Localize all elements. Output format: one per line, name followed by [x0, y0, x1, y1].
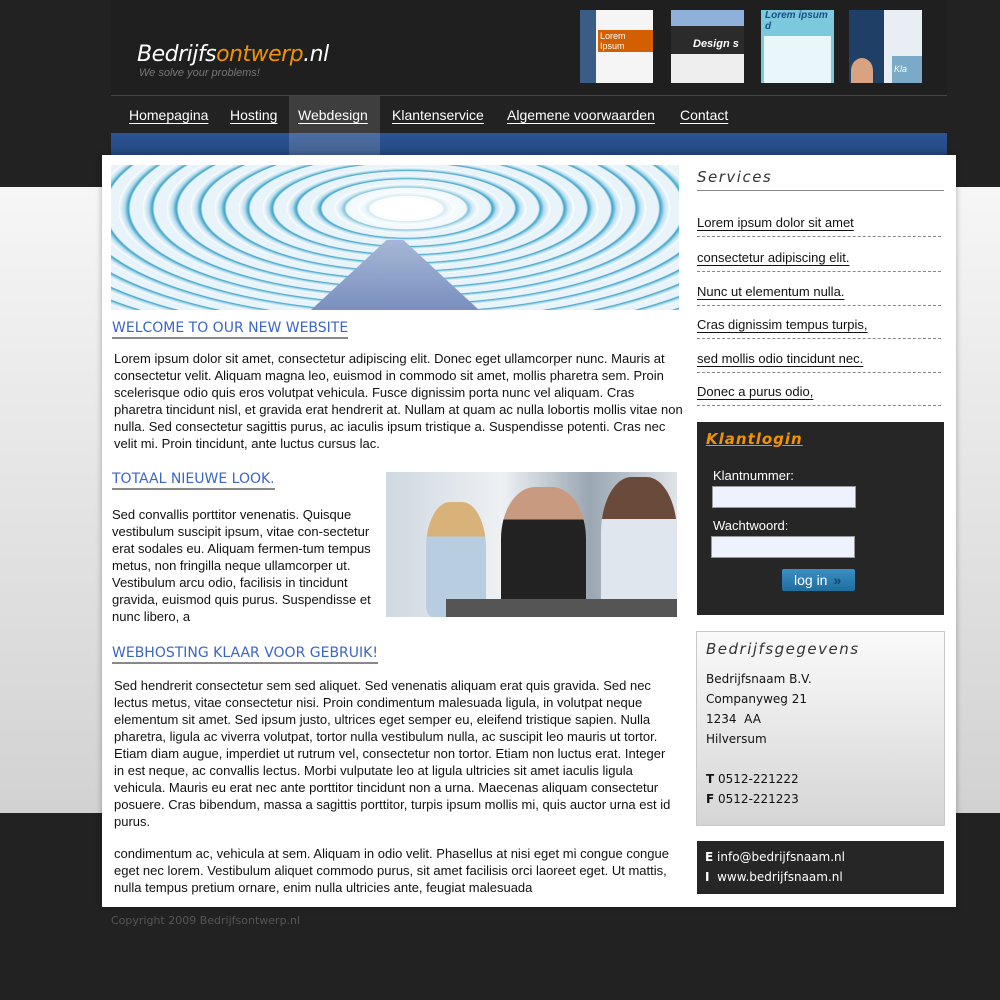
nav-webdesign[interactable]: Webdesign	[289, 96, 380, 134]
webhosting-paragraph-2: condimentum ac, vehicula at sem. Aliquam…	[114, 846, 669, 895]
section-heading-look: TOTAAL NIEUWE LOOK.	[112, 471, 275, 490]
password-input[interactable]	[711, 536, 855, 558]
webhosting-paragraph: Sed hendrerit consectetur sem sed alique…	[114, 678, 671, 829]
look-paragraph: Sed convallis porttitor venenatis. Quisq…	[112, 507, 371, 624]
service-link[interactable]: Cras dignissim tempus turpis,	[697, 305, 941, 339]
nav-algemene-voorwaarden[interactable]: Algemene voorwaarden	[498, 96, 664, 134]
service-link[interactable]: Lorem ipsum dolor sit amet	[697, 203, 941, 237]
customer-number-label: Klantnummer:	[713, 468, 794, 483]
nav-contact[interactable]: Contact	[671, 96, 737, 134]
logo-text: Bedrijfs	[137, 42, 217, 67]
company-street: Companyweg 21	[706, 692, 807, 706]
service-link[interactable]: sed mollis odio tincidunt nec.	[697, 339, 941, 373]
service-link[interactable]: Nunc ut elementum nulla.	[697, 272, 941, 306]
logo-text-accent: ontwerp	[216, 42, 304, 67]
password-label: Wachtwoord:	[713, 518, 789, 533]
portfolio-thumbnail-2[interactable]: Design s	[671, 10, 744, 83]
section-heading-webhosting: WEBHOSTING KLAAR VOOR GEBRUIK!	[112, 645, 378, 664]
login-heading[interactable]: Klantlogin	[706, 430, 803, 448]
company-phone: T 0512-221222	[706, 772, 799, 786]
company-name: Bedrijfsnaam B.V.	[706, 672, 812, 686]
main-nav: Homepagina Hosting Webdesign Klantenserv…	[111, 95, 947, 134]
section-heading-welcome: WELCOME TO OUR NEW WEBSITE	[112, 320, 349, 339]
welcome-paragraph: Lorem ipsum dolor sit amet, consectetur …	[114, 351, 683, 451]
nav-homepagina[interactable]: Homepagina	[120, 96, 217, 134]
company-city: Hilversum	[706, 732, 767, 746]
nav-klantenservice[interactable]: Klantenservice	[383, 96, 493, 134]
logo[interactable]: Bedrijfsontwerp.nl	[137, 42, 329, 67]
company-postcode: 1234 AA	[706, 712, 761, 726]
company-details-box: Bedrijfsgegevens Bedrijfsnaam B.V. Compa…	[696, 631, 945, 826]
services-heading: Services	[697, 168, 944, 191]
tagline: We solve your problems!	[139, 67, 260, 79]
service-link[interactable]: consectetur adipiscing elit.	[697, 238, 941, 272]
header: Bedrijfsontwerp.nl We solve your problem…	[111, 0, 947, 96]
thumbnail-label: Lorem ipsum d	[765, 10, 828, 32]
portfolio-thumbnail-3[interactable]: Lorem ipsum d	[761, 10, 834, 83]
thumbnail-label: Kla	[892, 56, 922, 83]
business-meeting-photo	[386, 472, 677, 617]
customer-number-input[interactable]	[712, 486, 856, 508]
nav-accent-bar	[111, 133, 947, 155]
contact-box: E info@bedrijfsnaam.nl I www.bedrijfsnaa…	[697, 841, 944, 894]
thumbnail-label: Lorem Ipsum	[598, 30, 653, 52]
login-box: Klantlogin Klantnummer: Wachtwoord: log …	[697, 422, 944, 615]
logo-text-tld: .nl	[303, 42, 329, 67]
login-button-label: log in	[794, 572, 828, 588]
company-fax: F 0512-221223	[706, 792, 799, 806]
nav-hosting[interactable]: Hosting	[221, 96, 286, 134]
content-panel: WELCOME TO OUR NEW WEBSITE Lorem ipsum d…	[102, 155, 956, 907]
portfolio-thumbnail-4[interactable]: Kla	[849, 10, 922, 83]
contact-website[interactable]: I www.bedrijfsnaam.nl	[705, 870, 843, 884]
contact-email[interactable]: E info@bedrijfsnaam.nl	[705, 850, 845, 864]
portfolio-thumbnail-1[interactable]: Lorem Ipsum	[580, 10, 653, 83]
login-button[interactable]: log in »	[782, 569, 855, 591]
copyright: Copyright 2009 Bedrijfsontwerp.nl	[111, 914, 301, 927]
thumbnail-label: Design s	[693, 38, 739, 50]
company-heading: Bedrijfsgegevens	[706, 640, 860, 658]
service-link[interactable]: Donec a purus odio,	[697, 372, 941, 406]
hero-tunnel-image	[111, 165, 679, 310]
double-chevron-right-icon: »	[833, 572, 842, 588]
